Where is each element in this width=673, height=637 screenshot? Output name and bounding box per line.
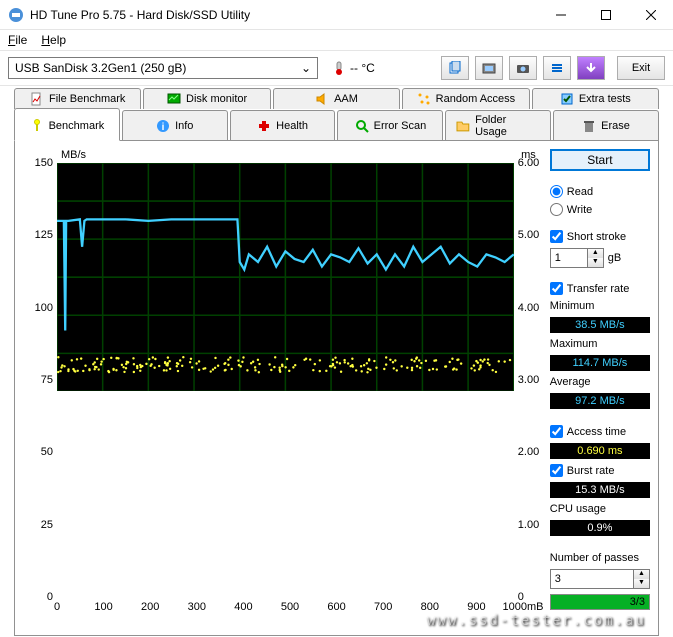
- minimum-label: Minimum: [550, 300, 650, 312]
- spin-down-icon[interactable]: ▼: [634, 579, 649, 588]
- info-icon: i: [156, 119, 170, 133]
- menu-file[interactable]: File: [8, 33, 27, 47]
- options-button[interactable]: [543, 56, 571, 80]
- cpu-usage-value: 0.9%: [550, 520, 650, 536]
- tab-disk-monitor[interactable]: Disk monitor: [143, 88, 270, 109]
- tab-benchmark[interactable]: Benchmark: [14, 108, 120, 141]
- menu-help[interactable]: Help: [41, 33, 66, 47]
- spin-up-icon[interactable]: ▲: [634, 570, 649, 579]
- read-radio[interactable]: Read: [550, 185, 650, 198]
- benchmark-panel: MB/s ms 025507510012515001.002.003.004.0…: [14, 140, 659, 636]
- write-radio[interactable]: Write: [550, 203, 650, 216]
- tab-error-scan[interactable]: Error Scan: [337, 110, 443, 141]
- file-benchmark-icon: [30, 92, 44, 106]
- tab-file-benchmark[interactable]: File Benchmark: [14, 88, 141, 109]
- erase-icon: [582, 119, 596, 133]
- tab-random-access[interactable]: Random Access: [402, 88, 529, 109]
- app-icon: [8, 7, 24, 23]
- disk-monitor-icon: [167, 92, 181, 106]
- passes-label: Number of passes: [550, 552, 650, 564]
- tab-folder-usage[interactable]: Folder Usage: [445, 110, 551, 141]
- access-time-check[interactable]: Access time: [550, 425, 650, 438]
- minimize-button[interactable]: [538, 0, 583, 29]
- temperature-value: -- °C: [350, 61, 375, 75]
- cpu-usage-label: CPU usage: [550, 503, 650, 515]
- progress-text: 3/3: [630, 595, 645, 609]
- burst-rate-value: 15.3 MB/s: [550, 482, 650, 498]
- titlebar: HD Tune Pro 5.75 - Hard Disk/SSD Utility: [0, 0, 673, 30]
- burst-rate-check[interactable]: Burst rate: [550, 464, 650, 477]
- tab-aam[interactable]: AAM: [273, 88, 400, 109]
- benchmark-icon: [30, 119, 44, 133]
- health-icon: [257, 119, 271, 133]
- short-stroke-check[interactable]: Short stroke: [550, 230, 650, 243]
- drive-select[interactable]: USB SanDisk 3.2Gen1 (250 gB) ⌄: [8, 57, 318, 79]
- side-panel: Start Read Write Short stroke 1▲▼ gB Tra…: [550, 149, 650, 627]
- progress-bar: 3/3: [550, 594, 650, 610]
- minimum-value: 38.5 MB/s: [550, 317, 650, 333]
- toolbar: USB SanDisk 3.2Gen1 (250 gB) ⌄ -- °C Exi…: [0, 50, 673, 86]
- save-button[interactable]: [577, 56, 605, 80]
- close-button[interactable]: [628, 0, 673, 29]
- start-button[interactable]: Start: [550, 149, 650, 171]
- maximum-value: 114.7 MB/s: [550, 355, 650, 371]
- spin-down-icon[interactable]: ▼: [588, 258, 603, 267]
- tab-extra-tests[interactable]: Extra tests: [532, 88, 659, 109]
- access-time-value: 0.690 ms: [550, 443, 650, 459]
- maximize-button[interactable]: [583, 0, 628, 29]
- transfer-rate-check[interactable]: Transfer rate: [550, 282, 650, 295]
- menubar: File Help: [0, 30, 673, 50]
- tab-erase[interactable]: Erase: [553, 110, 659, 141]
- tab-row-top: File Benchmark Disk monitor AAM Random A…: [14, 86, 659, 109]
- tab-info[interactable]: iInfo: [122, 110, 228, 141]
- exit-button[interactable]: Exit: [617, 56, 665, 80]
- short-stroke-input[interactable]: 1▲▼ gB: [550, 248, 650, 268]
- chart-plot: [57, 163, 514, 391]
- average-label: Average: [550, 376, 650, 388]
- random-access-icon: [417, 92, 431, 106]
- error-scan-icon: [355, 119, 369, 133]
- aam-icon: [315, 92, 329, 106]
- tab-row-bottom: Benchmark iInfo Health Error Scan Folder…: [14, 108, 659, 141]
- camera-button[interactable]: [509, 56, 537, 80]
- maximum-label: Maximum: [550, 338, 650, 350]
- window-title: HD Tune Pro 5.75 - Hard Disk/SSD Utility: [30, 8, 538, 22]
- extra-tests-icon: [560, 92, 574, 106]
- drive-select-value: USB SanDisk 3.2Gen1 (250 gB): [15, 61, 186, 75]
- spin-up-icon[interactable]: ▲: [588, 249, 603, 258]
- folder-usage-icon: [456, 119, 470, 133]
- copy-info-button[interactable]: [441, 56, 469, 80]
- average-value: 97.2 MB/s: [550, 393, 650, 409]
- passes-input[interactable]: 3▲▼: [550, 569, 650, 589]
- svg-text:i: i: [162, 122, 165, 133]
- screenshot-button[interactable]: [475, 56, 503, 80]
- y-axis-left-label: MB/s: [61, 149, 86, 161]
- benchmark-chart: MB/s ms 025507510012515001.002.003.004.0…: [23, 149, 542, 627]
- temperature: -- °C: [332, 61, 375, 75]
- thermometer-icon: [332, 61, 346, 75]
- tab-health[interactable]: Health: [230, 110, 336, 141]
- chevron-down-icon: ⌄: [301, 61, 311, 75]
